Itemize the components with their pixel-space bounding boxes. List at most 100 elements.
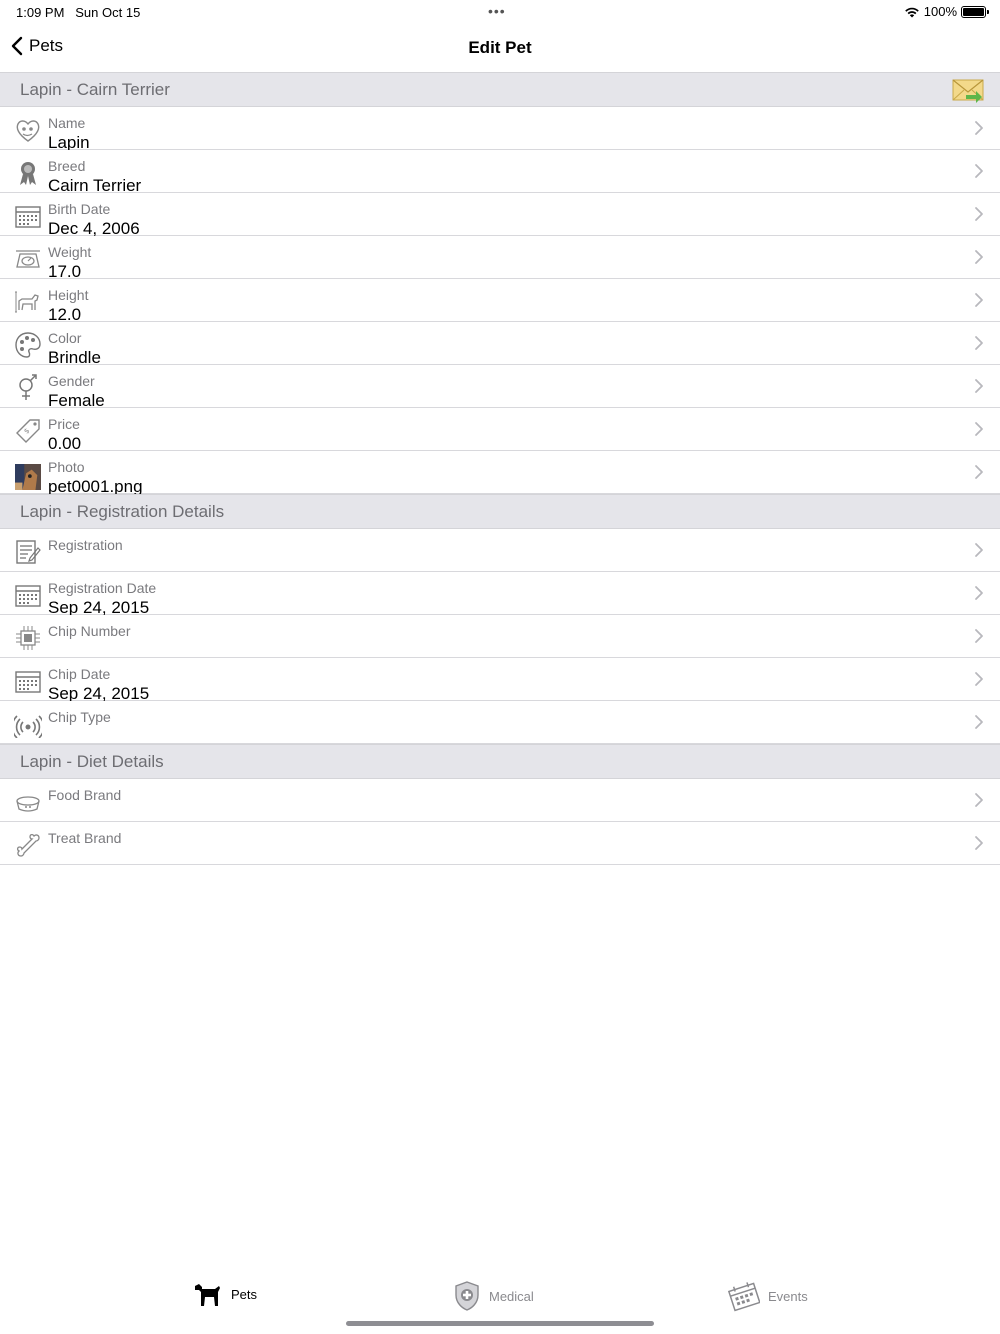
row-value: Lapin: [48, 133, 90, 150]
row-chip-date[interactable]: Chip Date Sep 24, 2015: [0, 658, 1000, 701]
row-price[interactable]: $ Price 0.00: [0, 408, 1000, 451]
price-tag-icon: $: [16, 419, 40, 443]
row-weight[interactable]: Weight 17.0: [0, 236, 1000, 279]
tab-label: Pets: [231, 1286, 258, 1302]
dog-height-icon: [15, 291, 39, 313]
wifi-icon: [904, 7, 919, 17]
edit-pet-table: Lapin - Cairn Terrier Name Lapin Breed C…: [0, 72, 1000, 865]
chevron-right-icon: [975, 250, 983, 264]
row-label: Color: [48, 330, 82, 346]
tab-label: Medical: [489, 1288, 534, 1304]
signal-icon: [14, 715, 42, 738]
row-birth-date[interactable]: Birth Date Dec 4, 2006: [0, 193, 1000, 236]
chevron-right-icon: [975, 422, 983, 436]
section-header-diet: Lapin - Diet Details: [0, 744, 1000, 779]
row-value: 17.0: [48, 262, 82, 279]
row-label: Chip Type: [48, 709, 111, 725]
document-icon: [16, 540, 41, 564]
microchip-icon: [16, 626, 40, 650]
events-calendar-icon: [728, 1282, 760, 1312]
row-label: Photo: [48, 459, 85, 475]
page-title: Edit Pet: [468, 38, 532, 57]
dog-icon: [195, 1284, 220, 1306]
navigation-bar: Pets Edit Pet: [0, 24, 1000, 72]
chevron-right-icon: [975, 793, 983, 807]
tab-medical[interactable]: Medical: [453, 1280, 534, 1312]
status-time: 1:09 PM Sun Oct 15: [16, 5, 141, 20]
row-color[interactable]: Color Brindle: [0, 322, 1000, 365]
row-label: Registration: [48, 537, 123, 553]
row-value: 0.00: [48, 434, 82, 451]
home-indicator[interactable]: [346, 1321, 654, 1326]
award-ribbon-icon: [20, 162, 36, 185]
tab-bar: Pets Medical Events: [0, 1264, 1000, 1326]
calendar-icon: [15, 671, 41, 693]
row-label: Chip Number: [48, 623, 131, 639]
food-bowl-icon: [16, 796, 40, 812]
row-value: Sep 24, 2015: [48, 598, 150, 615]
chevron-right-icon: [975, 207, 983, 221]
row-value: pet0001.png: [48, 477, 143, 494]
row-chip-type[interactable]: Chip Type: [0, 701, 1000, 744]
pet-heart-icon: [16, 120, 40, 142]
status-bar: 1:09 PM Sun Oct 15 ••• 100%: [0, 0, 1000, 24]
row-photo[interactable]: Photo pet0001.png: [0, 451, 1000, 494]
battery-percent: 100%: [923, 4, 957, 19]
row-label: Chip Date: [48, 666, 111, 682]
email-share-icon[interactable]: [952, 76, 984, 104]
chevron-right-icon: [975, 336, 983, 350]
row-label: Height: [48, 287, 89, 303]
row-value: Cairn Terrier: [48, 176, 142, 193]
row-label: Treat Brand: [48, 830, 122, 846]
chevron-right-icon: [975, 465, 983, 479]
row-food-brand[interactable]: Food Brand: [0, 779, 1000, 822]
row-label: Breed: [48, 158, 86, 174]
row-label: Name: [48, 115, 86, 131]
chevron-right-icon: [975, 293, 983, 307]
tab-events[interactable]: Events: [728, 1280, 808, 1312]
tab-pets[interactable]: Pets: [193, 1280, 257, 1308]
row-name[interactable]: Name Lapin: [0, 107, 1000, 150]
row-label: Birth Date: [48, 201, 111, 217]
section-header-registration: Lapin - Registration Details: [0, 494, 1000, 529]
multitasking-dots-icon[interactable]: •••: [488, 3, 506, 19]
row-gender[interactable]: Gender Female: [0, 365, 1000, 408]
chevron-right-icon: [975, 543, 983, 557]
row-value: Female: [48, 391, 105, 408]
calendar-icon: [15, 585, 41, 607]
svg-text:$: $: [22, 427, 31, 436]
chevron-right-icon: [975, 836, 983, 850]
status-indicators: 100%: [904, 4, 989, 19]
chevron-right-icon: [975, 379, 983, 393]
row-label: Price: [48, 416, 80, 432]
chevron-right-icon: [975, 121, 983, 135]
row-label: Registration Date: [48, 580, 157, 596]
medical-shield-icon: [455, 1281, 479, 1311]
battery-icon: [961, 5, 989, 18]
row-registration-date[interactable]: Registration Date Sep 24, 2015: [0, 572, 1000, 615]
row-registration[interactable]: Registration: [0, 529, 1000, 572]
chevron-right-icon: [975, 715, 983, 729]
section-header-pet: Lapin - Cairn Terrier: [0, 72, 1000, 107]
row-label: Gender: [48, 373, 95, 389]
section-title: Lapin - Registration Details: [20, 502, 225, 521]
row-label: Weight: [48, 244, 92, 260]
pet-photo-thumbnail: [15, 464, 41, 490]
chevron-right-icon: [975, 629, 983, 643]
row-value: 12.0: [48, 305, 82, 322]
section-title: Lapin - Cairn Terrier: [20, 80, 170, 99]
row-breed[interactable]: Breed Cairn Terrier: [0, 150, 1000, 193]
calendar-icon: [15, 206, 41, 228]
chevron-right-icon: [975, 672, 983, 686]
scale-icon: [16, 250, 40, 268]
palette-icon: [15, 332, 41, 358]
row-chip-number[interactable]: Chip Number: [0, 615, 1000, 658]
chevron-right-icon: [975, 164, 983, 178]
row-value: Sep 24, 2015: [48, 684, 150, 701]
row-value: Brindle: [48, 348, 101, 365]
section-title: Lapin - Diet Details: [20, 752, 164, 771]
chevron-right-icon: [975, 586, 983, 600]
gender-icon: [19, 374, 37, 400]
row-height[interactable]: Height 12.0: [0, 279, 1000, 322]
row-treat-brand[interactable]: Treat Brand: [0, 822, 1000, 865]
